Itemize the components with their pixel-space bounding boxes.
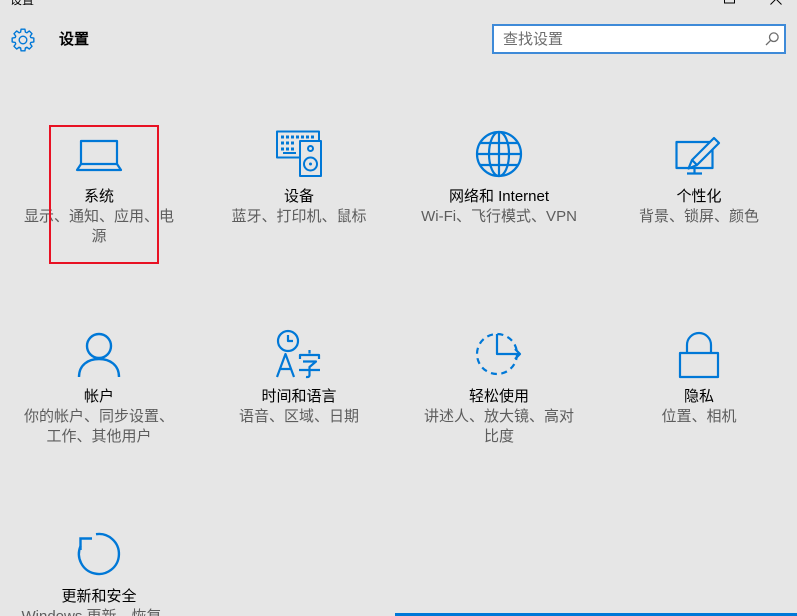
category-devices[interactable]: 设备 蓝牙、打印机、鼠标 bbox=[209, 130, 389, 227]
maximize-button[interactable] bbox=[707, 0, 753, 6]
category-description: 你的帐户、同步设置、工作、其他用户 bbox=[23, 408, 174, 445]
category-description: Wi-Fi、飞行模式、VPN bbox=[421, 208, 577, 225]
category-description: Windows 更新、恢复、备份 bbox=[18, 607, 180, 616]
category-description: 位置、相机 bbox=[661, 408, 737, 425]
gear-icon bbox=[11, 28, 35, 52]
category-description: 背景、锁屏、颜色 bbox=[638, 208, 759, 225]
category-update-security[interactable]: 更新和安全 Windows 更新、恢复、备份 bbox=[9, 530, 189, 616]
category-accounts[interactable]: 帐户 你的帐户、同步设置、工作、其他用户 bbox=[9, 330, 189, 447]
devices-icon bbox=[275, 130, 323, 178]
category-description: 讲述人、放大镜、高对比度 bbox=[423, 408, 574, 445]
lock-icon bbox=[675, 330, 723, 379]
category-label: 网络和 Internet bbox=[448, 188, 550, 205]
window-title: 设置 bbox=[10, 0, 34, 6]
category-description: 语音、区域、日期 bbox=[238, 408, 359, 425]
category-ease-of-access[interactable]: 轻松使用 讲述人、放大镜、高对比度 bbox=[409, 330, 589, 447]
time-language-icon bbox=[275, 329, 323, 379]
laptop-icon bbox=[75, 130, 123, 178]
person-icon bbox=[75, 330, 123, 378]
category-label: 隐私 bbox=[683, 388, 714, 405]
maximize-icon bbox=[724, 0, 735, 4]
category-label: 系统 bbox=[83, 188, 114, 205]
category-label: 设备 bbox=[283, 188, 314, 205]
page-title: 设置 bbox=[59, 31, 90, 48]
category-description: 显示、通知、应用、电源 bbox=[23, 208, 174, 245]
category-label: 个性化 bbox=[676, 188, 722, 205]
update-icon bbox=[75, 530, 123, 578]
search-icon[interactable] bbox=[765, 32, 779, 46]
close-button[interactable] bbox=[753, 0, 797, 6]
category-label: 更新和安全 bbox=[61, 588, 137, 605]
category-system[interactable]: 系统 显示、通知、应用、电源 bbox=[9, 130, 189, 247]
personalization-icon bbox=[675, 130, 723, 178]
search-box[interactable] bbox=[492, 24, 786, 54]
category-label: 轻松使用 bbox=[468, 388, 529, 405]
category-description: 蓝牙、打印机、鼠标 bbox=[231, 208, 367, 225]
globe-icon bbox=[475, 130, 523, 178]
category-label: 时间和语言 bbox=[261, 388, 337, 405]
settings-window: 设置 设置 系统 bbox=[0, 0, 797, 616]
category-privacy[interactable]: 隐私 位置、相机 bbox=[609, 330, 789, 427]
close-icon bbox=[770, 0, 782, 5]
category-network[interactable]: 网络和 Internet Wi-Fi、飞行模式、VPN bbox=[409, 130, 589, 227]
ease-of-access-icon bbox=[475, 330, 523, 378]
category-time-language[interactable]: 时间和语言 语音、区域、日期 bbox=[209, 329, 389, 427]
category-label: 帐户 bbox=[83, 388, 114, 405]
category-personalization[interactable]: 个性化 背景、锁屏、颜色 bbox=[609, 130, 789, 227]
search-input[interactable] bbox=[494, 26, 756, 52]
